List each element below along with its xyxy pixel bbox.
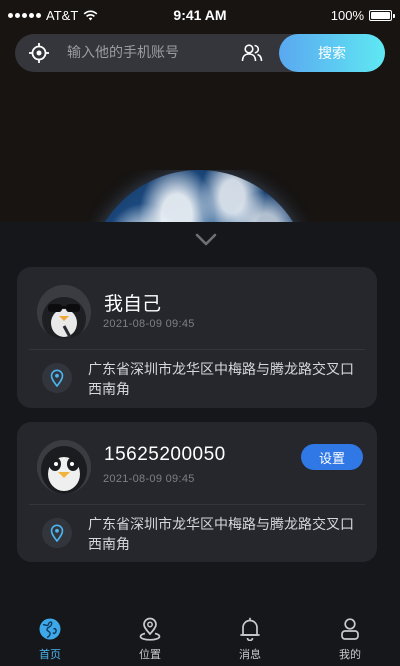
tab-profile[interactable]: 我的	[300, 598, 400, 666]
carrier-name: AT&T	[46, 7, 79, 23]
address-text: 广东省深圳市龙华区中梅路与腾龙路交叉口西南角	[88, 517, 354, 553]
tab-label: 我的	[339, 648, 361, 661]
search-button[interactable]: 搜索	[279, 34, 385, 72]
tab-label: 位置	[139, 648, 161, 661]
divider	[29, 349, 365, 350]
wifi-icon	[83, 10, 98, 20]
carrier-signal: AT&T	[8, 8, 98, 23]
map-pin-icon	[42, 518, 72, 548]
signal-dots-icon	[8, 12, 41, 18]
status-bar: AT&T 9:41 AM 100%	[0, 0, 400, 30]
person-icon	[337, 616, 363, 642]
map-pin-icon	[42, 363, 72, 393]
tab-label: 消息	[239, 648, 261, 661]
battery-icon	[369, 9, 395, 21]
battery-percent: 100%	[330, 7, 364, 23]
location-card-contact[interactable]: 15625200050 2021-08-09 09:45 设置 广东省深圳市龙华…	[17, 422, 377, 562]
divider	[29, 504, 365, 505]
search-bar: 搜索	[15, 34, 385, 72]
globe-icon	[37, 616, 63, 642]
tab-messages[interactable]: 消息	[200, 598, 300, 666]
timestamp: 2021-08-09 09:45	[103, 318, 195, 330]
bottom-tab-bar: 首页 位置 消息 我的	[0, 598, 400, 666]
tab-home[interactable]: 首页	[0, 598, 100, 666]
location-card-self[interactable]: 我自己 2021-08-09 09:45 广东省深圳市龙华区中梅路与腾龙路交叉口…	[17, 267, 377, 408]
tab-location[interactable]: 位置	[100, 598, 200, 666]
earth-image	[88, 170, 310, 222]
timestamp: 2021-08-09 09:45	[103, 473, 195, 485]
battery-status: 100%	[330, 7, 395, 23]
penguin-sunglasses-avatar	[37, 285, 91, 339]
settings-button[interactable]: 设置	[301, 444, 363, 470]
contact-name: 我自己	[104, 293, 162, 315]
address-text: 广东省深圳市龙华区中梅路与腾龙路交叉口西南角	[88, 362, 354, 398]
chevron-down-icon[interactable]	[194, 232, 218, 248]
search-input[interactable]	[67, 45, 241, 61]
bell-icon	[237, 616, 263, 642]
contact-phone: 15625200050	[104, 444, 226, 465]
map-pin-icon	[137, 616, 163, 642]
tab-label: 首页	[39, 648, 61, 661]
locate-icon[interactable]	[27, 41, 51, 65]
contacts-icon[interactable]	[241, 42, 263, 64]
penguin-avatar	[37, 440, 91, 494]
